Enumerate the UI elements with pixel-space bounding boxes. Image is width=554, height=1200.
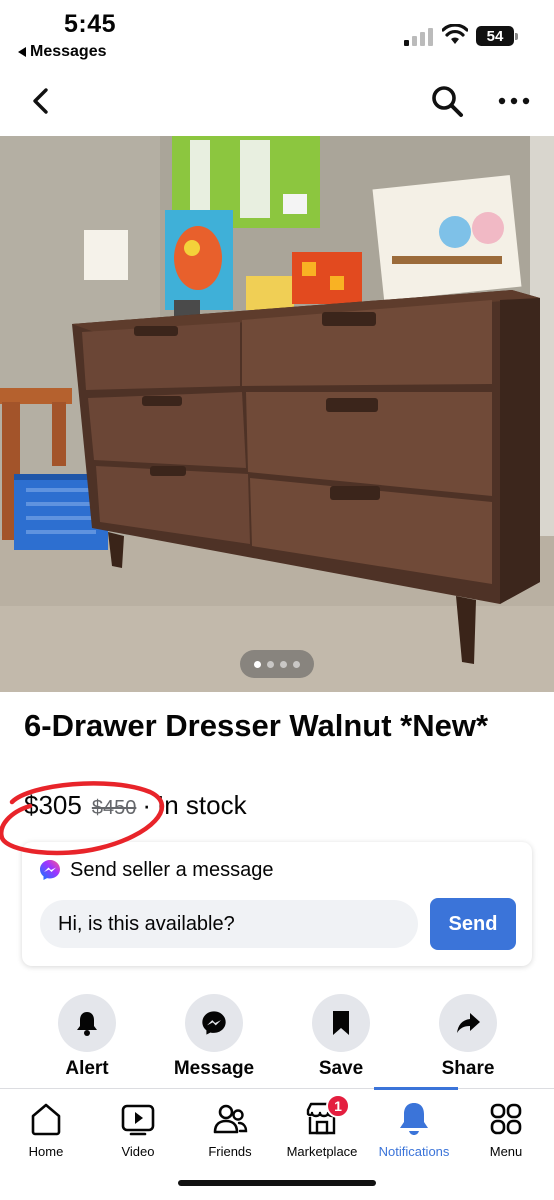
chevron-left-icon[interactable] <box>26 86 56 116</box>
status-time: 5:45 <box>64 10 117 38</box>
tab-notifications-label: Notifications <box>378 1144 450 1159</box>
save-label: Save <box>318 1058 364 1079</box>
share-icon <box>457 1013 480 1033</box>
messenger-icon <box>202 1011 226 1035</box>
video-icon <box>121 1104 155 1136</box>
share-action[interactable]: Share <box>413 994 523 1080</box>
tab-friends[interactable]: Friends <box>184 1100 276 1159</box>
save-action-circle[interactable] <box>312 994 370 1052</box>
listing-title: 6-Drawer Dresser Walnut *New* <box>24 708 489 743</box>
back-triangle-icon <box>18 47 26 57</box>
alert-action-circle[interactable] <box>58 994 116 1052</box>
dresser-photo-illustration <box>0 136 554 692</box>
separator-dot: · <box>142 790 152 820</box>
tab-video-label: Video <box>121 1144 155 1159</box>
message-label: Message <box>173 1058 255 1079</box>
alert-label: Alert <box>65 1058 109 1079</box>
home-icon <box>31 1103 61 1136</box>
bell-icon <box>400 1103 428 1135</box>
message-action-circle[interactable] <box>185 994 243 1052</box>
share-action-circle[interactable] <box>439 994 497 1052</box>
carousel-dot <box>267 660 274 668</box>
listing-photo[interactable] <box>0 136 554 692</box>
listing-actions-row: Alert Message Save Share <box>0 994 554 1084</box>
tab-home[interactable]: Home <box>0 1100 92 1159</box>
tabbar-divider <box>0 1088 554 1089</box>
availability-status: In stock <box>157 790 247 820</box>
menu-grid-icon <box>490 1103 522 1135</box>
photo-carousel-indicator <box>240 650 314 678</box>
friends-icon <box>213 1104 248 1134</box>
status-bar: 5:45 Messages 54 <box>0 0 554 70</box>
price-row: $305 $450 · In stock <box>24 790 247 821</box>
current-price: $305 <box>24 790 82 820</box>
tab-marketplace[interactable]: Marketplace 1 <box>276 1094 368 1159</box>
carousel-dot <box>280 660 287 668</box>
cellular-signal-icon <box>404 28 433 46</box>
alert-action[interactable]: Alert <box>32 994 142 1080</box>
carousel-dot <box>254 660 261 668</box>
tab-marketplace-label: Marketplace <box>286 1144 358 1159</box>
tab-menu[interactable]: Menu <box>460 1100 552 1159</box>
message-input[interactable] <box>40 900 418 948</box>
message-action[interactable]: Message <box>159 994 269 1080</box>
back-app-label: Messages <box>30 43 107 60</box>
marketplace-notification-badge: 1 <box>326 1094 350 1118</box>
home-indicator[interactable] <box>178 1180 376 1186</box>
bookmark-icon <box>333 1011 349 1035</box>
tab-menu-label: Menu <box>489 1144 523 1159</box>
send-button[interactable]: Send <box>430 898 516 950</box>
message-card-header: Send seller a message <box>38 858 273 882</box>
top-nav-bar <box>0 70 554 132</box>
wifi-icon <box>442 24 468 44</box>
bottom-tab-bar: Home Video Friends Marketplace 1 Notific… <box>0 1090 554 1176</box>
tab-home-label: Home <box>28 1144 64 1159</box>
message-card-title: Send seller a message <box>70 858 274 881</box>
tab-notifications[interactable]: Notifications <box>368 1100 460 1159</box>
search-icon[interactable] <box>430 84 464 118</box>
share-label: Share <box>441 1058 495 1079</box>
battery-indicator: 54 <box>476 26 518 46</box>
ellipsis-icon[interactable] <box>496 88 532 114</box>
tab-video[interactable]: Video <box>92 1100 184 1159</box>
save-action[interactable]: Save <box>286 994 396 1080</box>
original-price: $450 <box>91 797 137 819</box>
message-seller-card: Send seller a message Send <box>22 842 532 966</box>
back-to-app-link[interactable]: Messages <box>18 43 107 61</box>
carousel-dot <box>293 660 300 668</box>
messenger-icon <box>40 860 60 880</box>
tab-friends-label: Friends <box>208 1144 252 1159</box>
bell-icon <box>77 1012 97 1036</box>
